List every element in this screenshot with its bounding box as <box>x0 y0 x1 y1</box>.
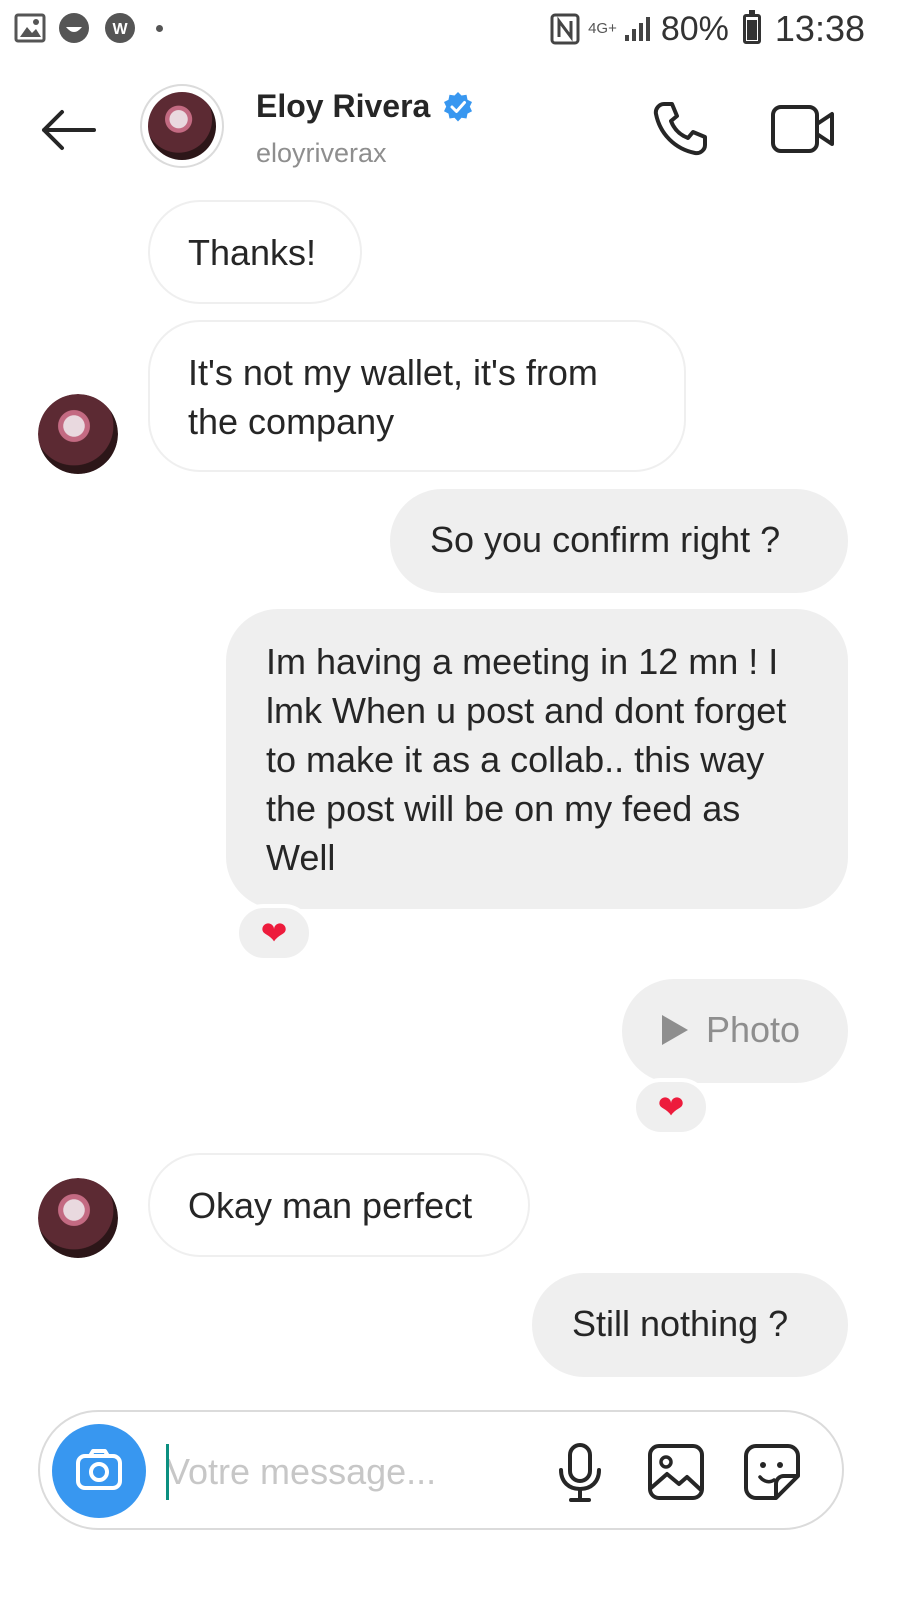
video-camera-icon[interactable] <box>770 102 836 156</box>
network-type: 4G+ <box>588 20 617 37</box>
message-text: It's not my wallet, it's from the compan… <box>188 352 598 442</box>
emoji-icon <box>59 13 89 43</box>
sticker-icon[interactable] <box>742 1442 802 1502</box>
battery-icon <box>742 10 761 44</box>
contact-name-row[interactable]: Eloy Rivera <box>256 88 474 125</box>
message-text: Im having a meeting in 12 mn ! I lmk Whe… <box>266 641 787 878</box>
heart-reaction[interactable]: ❤ <box>235 904 313 962</box>
message-composer <box>38 1410 844 1530</box>
svg-text:W: W <box>112 21 128 38</box>
signal-icon <box>624 17 650 41</box>
message-input[interactable] <box>166 1442 526 1502</box>
gallery-icon[interactable] <box>646 1442 706 1502</box>
play-icon <box>662 1014 688 1045</box>
camera-icon <box>76 1449 122 1490</box>
message-text: So you confirm right ? <box>430 519 781 560</box>
phone-icon[interactable] <box>650 100 710 158</box>
status-bar: W 4G+ 80% 13:38 <box>0 0 899 62</box>
avatar-image <box>38 394 118 474</box>
photo-text: Photo <box>706 1009 801 1050</box>
heart-icon: ❤ <box>260 915 288 951</box>
message-text: Still nothing ? <box>572 1303 789 1344</box>
clock: 13:38 <box>774 8 865 49</box>
back-arrow-icon[interactable] <box>36 102 100 158</box>
microphone-icon[interactable] <box>550 1442 610 1504</box>
message-outgoing[interactable]: Still nothing ? <box>532 1273 848 1377</box>
battery-percent: 80% <box>660 9 729 48</box>
w-app-icon: W <box>105 13 135 43</box>
contact-name: Eloy Rivera <box>256 88 431 124</box>
heart-icon: ❤ <box>657 1089 685 1125</box>
message-photo[interactable]: Photo <box>622 979 848 1083</box>
more-notifications-dot <box>156 24 163 32</box>
message-incoming[interactable]: Okay man perfect <box>148 1153 530 1257</box>
message-text: Okay man perfect <box>188 1185 473 1226</box>
message-outgoing[interactable]: So you confirm right ? <box>390 489 848 593</box>
camera-button[interactable] <box>52 1424 146 1518</box>
verified-badge-icon <box>444 91 473 121</box>
nfc-icon <box>550 13 580 45</box>
avatar-image <box>38 1178 118 1258</box>
photo-label: Photo <box>662 1005 808 1054</box>
sender-avatar[interactable] <box>38 1178 118 1258</box>
sender-avatar[interactable] <box>38 394 118 474</box>
text-caret <box>166 1444 169 1500</box>
chat-header: Eloy Rivera eloyriverax <box>0 62 899 192</box>
status-bar-system: 4G+ 80% 13:38 <box>550 8 865 50</box>
avatar[interactable] <box>140 84 224 168</box>
contact-username: eloyriverax <box>256 138 387 168</box>
message-incoming[interactable]: It's not my wallet, it's from the compan… <box>148 320 686 472</box>
avatar-image <box>148 92 216 160</box>
heart-reaction[interactable]: ❤ <box>632 1078 710 1136</box>
message-outgoing[interactable]: Im having a meeting in 12 mn ! I lmk Whe… <box>226 609 848 909</box>
status-bar-notifications: W <box>14 12 163 44</box>
gallery-icon <box>14 13 46 43</box>
message-text: Thanks! <box>188 232 317 273</box>
message-incoming[interactable]: Thanks! <box>148 200 362 304</box>
